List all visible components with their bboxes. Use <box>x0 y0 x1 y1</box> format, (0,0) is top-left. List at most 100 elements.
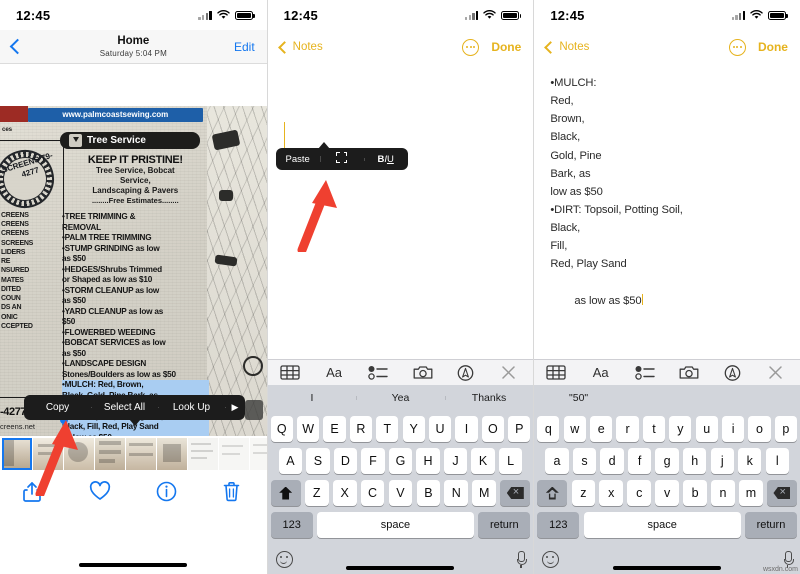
paste-menu[interactable]: Paste BIU <box>275 142 408 170</box>
keyboard-bottom-row[interactable] <box>268 544 534 574</box>
key-i[interactable]: I <box>455 416 478 442</box>
key-r[interactable]: R <box>349 416 372 442</box>
keyboard-row-2[interactable]: a s d f g h j k l <box>534 448 800 474</box>
key-x[interactable]: X <box>332 480 357 506</box>
prediction-option[interactable]: I <box>268 392 357 404</box>
key-h[interactable]: h <box>683 448 707 474</box>
keyboard-row-1[interactable]: Q W E R T Y U I O P <box>268 411 534 442</box>
key-v[interactable]: v <box>655 480 679 506</box>
key-o[interactable]: O <box>481 416 504 442</box>
key-p[interactable]: P <box>508 416 531 442</box>
key-v[interactable]: V <box>388 480 413 506</box>
paste-button[interactable]: Paste <box>276 154 320 165</box>
key-s[interactable]: s <box>572 448 597 474</box>
home-indicator[interactable] <box>346 566 455 570</box>
shift-key[interactable] <box>537 480 568 506</box>
key-u[interactable]: U <box>428 416 452 442</box>
key-d[interactable]: D <box>333 448 358 474</box>
space-key[interactable]: space <box>316 512 475 538</box>
key-b[interactable]: b <box>683 480 707 506</box>
photo-stage[interactable]: www.palmcoastsewing.com ces SCREENS 79-4… <box>0 64 267 496</box>
back-to-notes-button[interactable]: Notes <box>277 40 323 54</box>
checklist-icon[interactable] <box>635 365 655 381</box>
keyboard-bottom-row[interactable]: wsxdn.com <box>534 544 800 574</box>
trash-icon[interactable] <box>222 481 244 503</box>
keyboard[interactable]: Aa "50" q w e r t y u i o p a s d f g h … <box>534 359 800 574</box>
ad-selected-line[interactable]: •MULCH: Red, Brown, <box>62 380 209 391</box>
key-w[interactable]: w <box>563 416 586 442</box>
text-format-icon[interactable]: Aa <box>324 365 344 381</box>
filmstrip-thumb[interactable] <box>250 438 267 470</box>
home-indicator[interactable] <box>613 566 722 570</box>
numbers-key[interactable]: 123 <box>537 512 580 538</box>
keyboard-row-3[interactable]: z x c v b n m <box>534 480 800 506</box>
key-u[interactable]: u <box>695 416 718 442</box>
backspace-key[interactable] <box>766 480 797 506</box>
key-k[interactable]: K <box>471 448 495 474</box>
keyboard-row-1[interactable]: q w e r t y u i o p <box>534 411 800 442</box>
keyboard-row-2[interactable]: A S D F G H J K L <box>268 448 534 474</box>
key-z[interactable]: Z <box>304 480 329 506</box>
home-indicator[interactable] <box>79 563 188 567</box>
more-icon[interactable] <box>462 38 480 56</box>
key-t[interactable]: t <box>642 416 666 442</box>
microphone-icon[interactable] <box>783 551 794 568</box>
microphone-icon[interactable] <box>516 551 527 568</box>
emoji-icon[interactable] <box>275 550 293 568</box>
copy-button[interactable]: Copy <box>24 402 91 413</box>
camera-icon[interactable] <box>413 365 433 381</box>
filmstrip-thumb[interactable] <box>157 438 187 470</box>
key-q[interactable]: Q <box>270 416 293 442</box>
filmstrip-thumb[interactable] <box>219 438 249 470</box>
key-p[interactable]: p <box>774 416 797 442</box>
backspace-key[interactable] <box>500 480 531 506</box>
space-key[interactable]: space <box>583 512 741 538</box>
key-f[interactable]: f <box>627 448 652 474</box>
keyboard[interactable]: Aa I Yea Thanks Q W E R T Y U I O P A S … <box>267 359 534 574</box>
key-k[interactable]: k <box>738 448 762 474</box>
key-c[interactable]: c <box>627 480 652 506</box>
format-biu-button[interactable]: BIU <box>363 154 408 165</box>
key-r[interactable]: r <box>616 416 639 442</box>
key-m[interactable]: M <box>472 480 497 506</box>
key-m[interactable]: m <box>739 480 763 506</box>
keyboard-row-4[interactable]: 123 space return <box>268 512 534 538</box>
shift-key[interactable] <box>270 480 301 506</box>
key-z[interactable]: z <box>571 480 596 506</box>
done-button[interactable]: Done <box>491 40 521 54</box>
notes-toolbar[interactable]: Aa <box>534 359 800 385</box>
filmstrip-thumb[interactable] <box>188 438 218 470</box>
return-key[interactable]: return <box>744 512 797 538</box>
done-button[interactable]: Done <box>758 40 788 54</box>
select-all-button[interactable]: Select All <box>91 402 158 413</box>
key-o[interactable]: o <box>748 416 771 442</box>
prediction-option[interactable]: Thanks <box>444 392 534 404</box>
emoji-icon[interactable] <box>542 550 560 568</box>
text-format-icon[interactable]: Aa <box>591 365 611 381</box>
newspaper-ad-photo[interactable]: www.palmcoastsewing.com ces SCREENS 79-4… <box>0 106 267 436</box>
key-w[interactable]: W <box>297 416 320 442</box>
key-g[interactable]: G <box>388 448 413 474</box>
key-c[interactable]: C <box>360 480 385 506</box>
predictive-text-bar[interactable]: I Yea Thanks <box>267 385 534 411</box>
back-to-notes-button[interactable]: Notes <box>544 40 589 54</box>
key-d[interactable]: d <box>600 448 624 474</box>
key-y[interactable]: Y <box>402 416 425 442</box>
key-q[interactable]: q <box>537 416 560 442</box>
more-icon[interactable] <box>728 38 746 56</box>
key-h[interactable]: H <box>416 448 440 474</box>
info-icon[interactable] <box>156 481 178 503</box>
note-editor-area[interactable]: Paste BIU <box>267 64 534 332</box>
numbers-key[interactable]: 123 <box>270 512 313 538</box>
filmstrip-thumb[interactable] <box>95 438 125 470</box>
notes-toolbar[interactable]: Aa <box>267 359 534 385</box>
key-j[interactable]: j <box>710 448 734 474</box>
predictive-text-bar[interactable]: "50" <box>534 385 800 411</box>
key-t[interactable]: T <box>376 416 399 442</box>
markup-icon[interactable] <box>724 364 744 381</box>
key-x[interactable]: x <box>599 480 624 506</box>
key-s[interactable]: S <box>306 448 330 474</box>
ad-selected-line[interactable]: as low as $50 <box>62 432 209 436</box>
key-e[interactable]: E <box>323 416 346 442</box>
key-l[interactable]: l <box>765 448 789 474</box>
